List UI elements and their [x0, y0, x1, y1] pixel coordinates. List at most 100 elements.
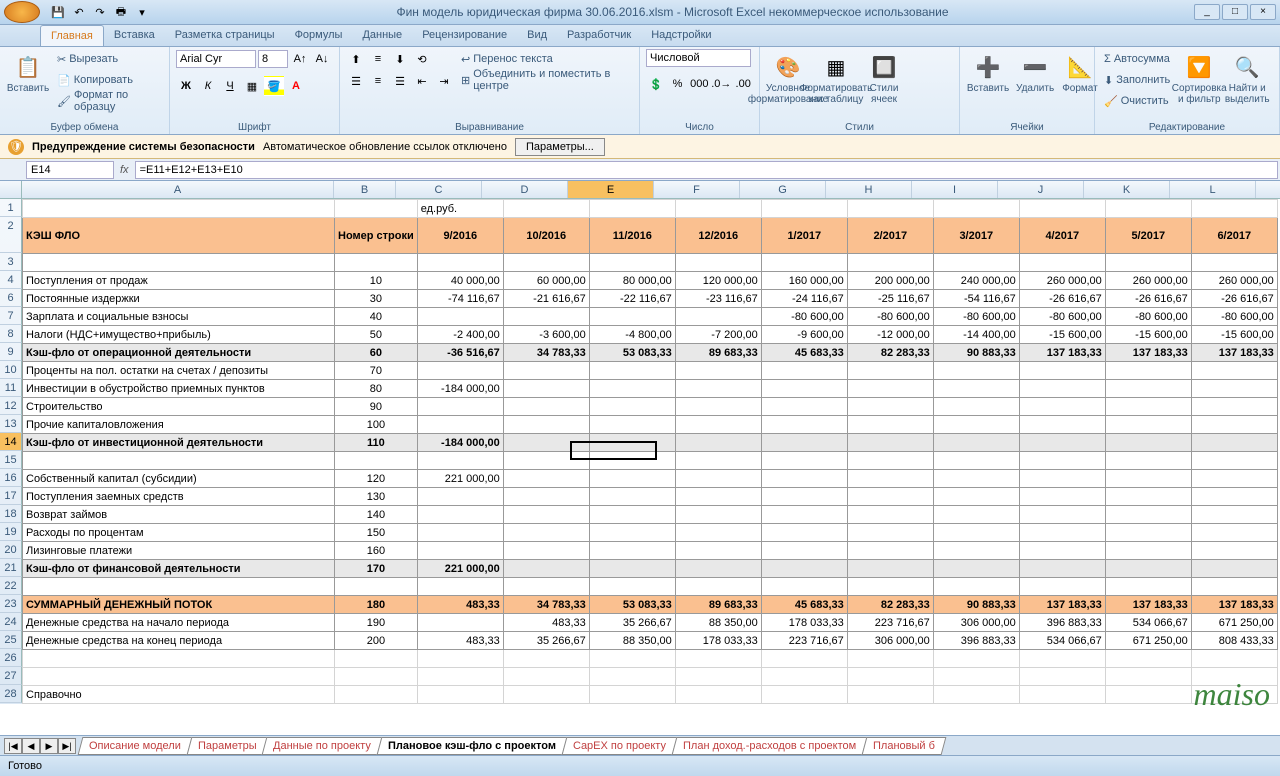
tab-nav-last[interactable]: ▶| — [58, 738, 76, 754]
row-header-14[interactable]: 14 — [0, 433, 22, 451]
col-header-D[interactable]: D — [482, 181, 568, 198]
align-top-icon[interactable]: ⬆ — [346, 49, 366, 69]
row-header-10[interactable]: 10 — [0, 361, 22, 379]
cell-styles-button[interactable]: 🔲Стили ячеек — [862, 49, 906, 107]
ribbon-tab-4[interactable]: Данные — [352, 25, 412, 46]
row-header-23[interactable]: 23 — [0, 595, 22, 613]
font-size-select[interactable] — [258, 50, 288, 68]
ribbon-tab-0[interactable]: Главная — [40, 25, 104, 46]
bold-button[interactable]: Ж — [176, 76, 196, 96]
row-header-12[interactable]: 12 — [0, 397, 22, 415]
currency-icon[interactable]: 💲 — [646, 74, 666, 94]
row-header-20[interactable]: 20 — [0, 541, 22, 559]
col-header-J[interactable]: J — [998, 181, 1084, 198]
tab-nav-first[interactable]: |◀ — [4, 738, 22, 754]
col-header-E[interactable]: E — [568, 181, 654, 198]
row-header-17[interactable]: 17 — [0, 487, 22, 505]
delete-cells-button[interactable]: ➖Удалить — [1014, 49, 1056, 96]
row-header-15[interactable]: 15 — [0, 451, 22, 469]
font-color-button[interactable]: A — [286, 76, 306, 96]
name-box[interactable] — [26, 161, 114, 179]
orientation-icon[interactable]: ⟲ — [412, 49, 432, 69]
ribbon-tab-3[interactable]: Формулы — [285, 25, 353, 46]
fill-button[interactable]: ⬇Заполнить — [1101, 70, 1173, 90]
col-header-K[interactable]: K — [1084, 181, 1170, 198]
format-as-table-button[interactable]: ▦Форматировать как таблицу — [814, 49, 858, 107]
row-header-13[interactable]: 13 — [0, 415, 22, 433]
print-icon[interactable]: 🖶 — [112, 3, 130, 21]
italic-button[interactable]: К — [198, 76, 218, 96]
decrease-font-icon[interactable]: A↓ — [312, 49, 332, 69]
office-button[interactable] — [4, 1, 40, 23]
redo-icon[interactable]: ↷ — [91, 3, 109, 21]
undo-icon[interactable]: ↶ — [70, 3, 88, 21]
select-all-corner[interactable] — [0, 181, 22, 198]
row-header-21[interactable]: 21 — [0, 559, 22, 577]
merge-center-button[interactable]: ⊞Объединить и поместить в центре — [458, 70, 633, 90]
col-header-G[interactable]: G — [740, 181, 826, 198]
increase-decimal-icon[interactable]: .0→ — [711, 74, 731, 94]
autosum-button[interactable]: ΣАвтосумма — [1101, 49, 1173, 69]
col-header-H[interactable]: H — [826, 181, 912, 198]
find-select-button[interactable]: 🔍Найти и выделить — [1225, 49, 1269, 107]
border-button[interactable]: ▦ — [242, 76, 262, 96]
ribbon-tab-2[interactable]: Разметка страницы — [165, 25, 285, 46]
col-header-F[interactable]: F — [654, 181, 740, 198]
comma-icon[interactable]: 000 — [689, 74, 709, 94]
sheet-tab-1[interactable]: Параметры — [186, 737, 267, 755]
ribbon-tab-8[interactable]: Надстройки — [641, 25, 721, 46]
row-header-8[interactable]: 8 — [0, 325, 22, 343]
row-header-3[interactable]: 3 — [0, 253, 22, 271]
row-header-16[interactable]: 16 — [0, 469, 22, 487]
row-header-4[interactable]: 4 — [0, 271, 22, 289]
align-right-icon[interactable]: ☰ — [390, 71, 410, 91]
row-header-25[interactable]: 25 — [0, 631, 22, 649]
col-header-I[interactable]: I — [912, 181, 998, 198]
row-header-7[interactable]: 7 — [0, 307, 22, 325]
indent-increase-icon[interactable]: ⇥ — [434, 71, 454, 91]
col-header-C[interactable]: C — [396, 181, 482, 198]
ribbon-tab-6[interactable]: Вид — [517, 25, 557, 46]
row-header-19[interactable]: 19 — [0, 523, 22, 541]
row-header-24[interactable]: 24 — [0, 613, 22, 631]
col-header-B[interactable]: B — [334, 181, 396, 198]
ribbon-tab-7[interactable]: Разработчик — [557, 25, 641, 46]
row-header-18[interactable]: 18 — [0, 505, 22, 523]
sheet-tab-6[interactable]: Плановый б — [862, 737, 947, 755]
copy-button[interactable]: 📄Копировать — [54, 70, 163, 90]
sheet-tab-2[interactable]: Данные по проекту — [262, 737, 383, 755]
format-cells-button[interactable]: 📐Формат — [1060, 49, 1100, 96]
clear-button[interactable]: 🧹Очистить — [1101, 91, 1173, 111]
col-header-L[interactable]: L — [1170, 181, 1256, 198]
fx-button[interactable]: fx — [114, 164, 135, 176]
minimize-button[interactable]: _ — [1194, 4, 1220, 20]
row-header-6[interactable]: 6 — [0, 289, 22, 307]
worksheet-grid[interactable]: ABCDEFGHIJKL 123467891011121314151617181… — [0, 181, 1280, 735]
formula-input[interactable] — [135, 161, 1278, 179]
close-button[interactable]: × — [1250, 4, 1276, 20]
align-center-icon[interactable]: ≡ — [368, 71, 388, 91]
security-options-button[interactable]: Параметры... — [515, 138, 605, 156]
fill-color-button[interactable]: 🪣 — [264, 76, 284, 96]
ribbon-tab-1[interactable]: Вставка — [104, 25, 165, 46]
row-header-9[interactable]: 9 — [0, 343, 22, 361]
sheet-tab-4[interactable]: CapEX по проекту — [562, 737, 678, 755]
align-bottom-icon[interactable]: ⬇ — [390, 49, 410, 69]
underline-button[interactable]: Ч — [220, 76, 240, 96]
row-header-11[interactable]: 11 — [0, 379, 22, 397]
indent-decrease-icon[interactable]: ⇤ — [412, 71, 432, 91]
sheet-tab-3[interactable]: Плановое кэш-фло с проектом — [377, 737, 568, 755]
maximize-button[interactable]: □ — [1222, 4, 1248, 20]
cut-button[interactable]: ✂Вырезать — [54, 49, 163, 69]
qat-more-icon[interactable]: ▾ — [133, 3, 151, 21]
data-table[interactable]: ед.руб.КЭШ ФЛОНомер строки9/201610/20161… — [22, 199, 1278, 704]
row-header-27[interactable]: 27 — [0, 667, 22, 685]
row-header-1[interactable]: 1 — [0, 199, 22, 217]
wrap-text-button[interactable]: ↩Перенос текста — [458, 49, 633, 69]
percent-icon[interactable]: % — [668, 74, 688, 94]
number-format-select[interactable] — [646, 49, 751, 67]
tab-nav-prev[interactable]: ◀ — [22, 738, 40, 754]
row-header-2[interactable]: 2 — [0, 217, 22, 253]
row-header-28[interactable]: 28 — [0, 685, 22, 703]
font-name-select[interactable] — [176, 50, 256, 68]
